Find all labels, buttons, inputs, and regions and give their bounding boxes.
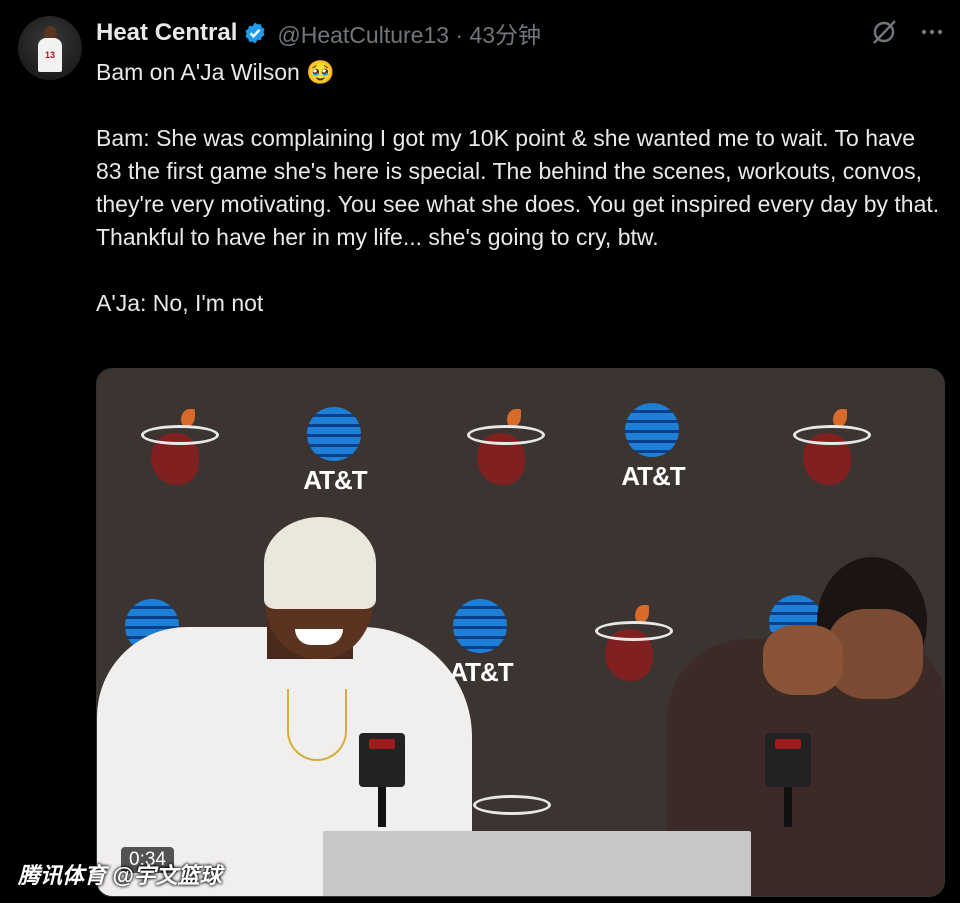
microphone — [359, 733, 405, 827]
display-name[interactable]: Heat Central — [96, 19, 237, 47]
tweet-header: Heat Central @HeatCulture13 · 43分钟 — [96, 16, 541, 50]
tweet-text: Bam on A'Ja Wilson 🥹 Bam: She was compla… — [96, 59, 940, 316]
tweet-actions-top — [870, 18, 944, 51]
microphone — [765, 733, 811, 827]
heat-logo — [467, 409, 549, 489]
avatar-jersey-number: 13 — [45, 50, 56, 60]
avatar[interactable]: 13 — [18, 16, 82, 80]
att-logo-label: AT&T — [303, 465, 367, 495]
att-logo: AT&T — [613, 403, 693, 491]
grok-icon[interactable] — [870, 18, 898, 51]
heat-logo — [141, 409, 223, 489]
att-logo: AT&T — [295, 407, 375, 495]
video-player[interactable]: AT&T AT&T AT&T 0:34 — [96, 368, 945, 897]
att-logo-label: AT&T — [621, 461, 685, 491]
more-icon[interactable] — [920, 20, 944, 49]
verified-badge-icon — [245, 22, 265, 44]
podium — [323, 831, 751, 896]
handle-and-time[interactable]: @HeatCulture13 · 43分钟 — [277, 16, 541, 50]
heat-logo — [793, 409, 875, 489]
watermark: 腾讯体育 @宇文篮球 — [18, 863, 222, 888]
heat-logo — [595, 605, 677, 685]
